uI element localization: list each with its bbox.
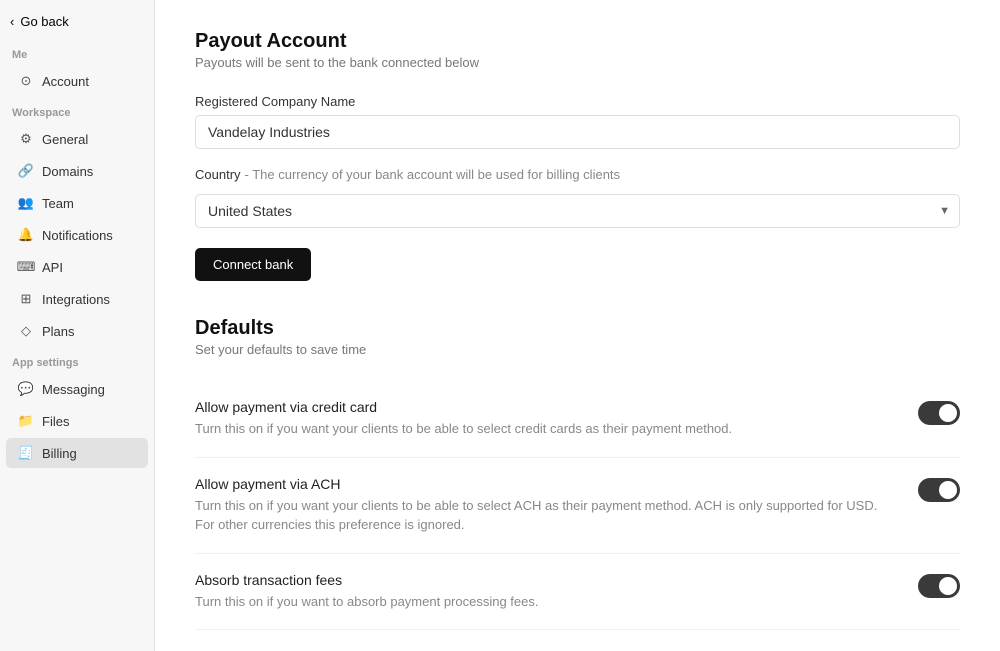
main-content: Payout Account Payouts will be sent to t… [155,0,1000,651]
chevron-left-icon: ‹ [10,14,14,29]
terminal-icon: ⌨ [18,259,34,275]
connect-bank-button[interactable]: Connect bank [195,248,311,281]
workspace-section-label: Workspace [0,97,154,123]
sidebar-item-label: Messaging [42,382,105,397]
sidebar-item-label: Team [42,196,74,211]
sidebar-item-label: Files [42,414,69,429]
sidebar-item-billing[interactable]: 🧾 Billing [6,438,148,468]
sidebar-item-general[interactable]: ⚙ General [6,124,148,154]
toggle-desc-ach: Turn this on if you want your clients to… [195,496,898,535]
toggle-text-credit-card: Allow payment via credit card Turn this … [195,399,918,439]
sidebar-item-label: API [42,260,63,275]
sidebar-item-team[interactable]: 👥 Team [6,188,148,218]
receipt-icon: 🧾 [18,445,34,461]
toggle-switch-absorb-fees[interactable] [918,574,960,598]
toggle-row-ach: Allow payment via ACH Turn this on if yo… [195,458,960,554]
toggle-title-absorb-fees: Absorb transaction fees [195,572,898,588]
app-settings-section-label: App settings [0,347,154,373]
toggle-switch-credit-card[interactable] [918,401,960,425]
bell-icon: 🔔 [18,227,34,243]
sidebar-item-integrations[interactable]: ⊞ Integrations [6,284,148,314]
company-name-label: Registered Company Name [195,94,960,109]
toggle-desc-absorb-fees: Turn this on if you want to absorb payme… [195,592,898,612]
sidebar-item-plans[interactable]: ◇ Plans [6,316,148,346]
toggle-text-ach: Allow payment via ACH Turn this on if yo… [195,476,918,535]
sidebar-item-label: Domains [42,164,93,179]
country-label-row: Country - The currency of your bank acco… [195,167,960,188]
sidebar-item-account[interactable]: ⊙ Account [6,66,148,96]
toggle-switch-ach[interactable] [918,478,960,502]
link-icon: 🔗 [18,163,34,179]
sidebar-item-label: Account [42,74,89,89]
toggle-thumb-ach [939,481,957,499]
tag-icon: ◇ [18,323,34,339]
defaults-title: Defaults [195,317,960,340]
sidebar-item-label: General [42,132,88,147]
toggle-title-ach: Allow payment via ACH [195,476,898,492]
sidebar-item-notifications[interactable]: 🔔 Notifications [6,220,148,250]
toggle-thumb-absorb-fees [939,577,957,595]
payout-title: Payout Account [195,30,960,53]
sidebar-item-api[interactable]: ⌨ API [6,252,148,282]
country-label: Country [195,167,241,182]
sidebar-item-domains[interactable]: 🔗 Domains [6,156,148,186]
country-select[interactable]: United States United Kingdom Canada Aust… [195,194,960,228]
toggle-desc-credit-card: Turn this on if you want your clients to… [195,419,898,439]
sidebar: ‹ Go back Me ⊙ Account Workspace ⚙ Gener… [0,0,155,651]
sidebar-item-label: Notifications [42,228,113,243]
person-circle-icon: ⊙ [18,73,34,89]
toggle-thumb-credit-card [939,404,957,422]
sidebar-item-label: Integrations [42,292,110,307]
sidebar-item-label: Billing [42,446,77,461]
me-section-label: Me [0,39,154,65]
toggle-text-absorb-fees: Absorb transaction fees Turn this on if … [195,572,918,612]
go-back-button[interactable]: ‹ Go back [0,0,154,39]
sidebar-item-label: Plans [42,324,75,339]
defaults-subtitle: Set your defaults to save time [195,342,960,357]
toggle-row-absorb-fees: Absorb transaction fees Turn this on if … [195,554,960,631]
chat-icon: 💬 [18,381,34,397]
country-note: - The currency of your bank account will… [245,167,621,182]
sidebar-item-files[interactable]: 📁 Files [6,406,148,436]
payout-subtitle: Payouts will be sent to the bank connect… [195,55,960,70]
toggle-row-credit-card: Allow payment via credit card Turn this … [195,381,960,458]
people-icon: 👥 [18,195,34,211]
country-select-wrapper: United States United Kingdom Canada Aust… [195,194,960,228]
sidebar-item-messaging[interactable]: 💬 Messaging [6,374,148,404]
go-back-label: Go back [20,14,68,29]
sliders-icon: ⚙ [18,131,34,147]
company-name-input[interactable] [195,115,960,149]
toggle-title-credit-card: Allow payment via credit card [195,399,898,415]
folder-icon: 📁 [18,413,34,429]
grid-icon: ⊞ [18,291,34,307]
